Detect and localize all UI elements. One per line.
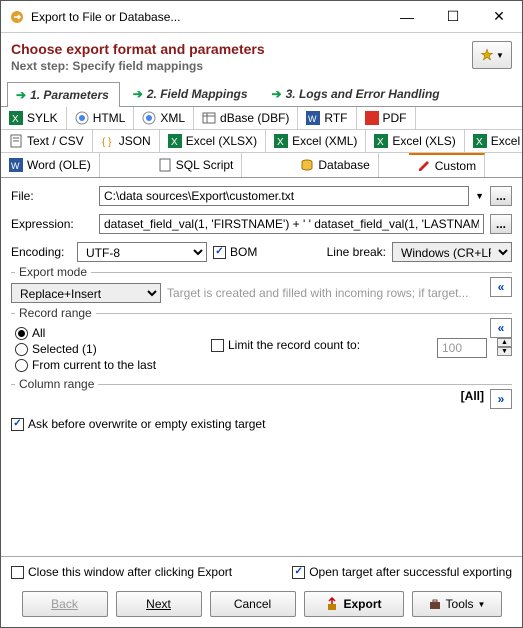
format-sylk[interactable]: XSYLK	[1, 107, 67, 129]
tab-field-mappings[interactable]: ➔2. Field Mappings	[124, 81, 259, 106]
tab-logs-errors[interactable]: ➔3. Logs and Error Handling	[263, 81, 451, 106]
chrome-icon	[142, 111, 156, 125]
chrome-icon	[75, 111, 89, 125]
format-json[interactable]: { }JSON	[93, 130, 160, 152]
script-icon	[158, 158, 172, 172]
text-icon	[9, 134, 23, 148]
format-excel-ole[interactable]: XExcel (OLE)	[465, 130, 523, 152]
format-custom[interactable]: Custom	[409, 153, 485, 177]
titlebar: Export to File or Database... — ☐ ✕	[1, 1, 522, 33]
expression-label: Expression:	[11, 217, 93, 231]
svg-text:W: W	[11, 161, 20, 171]
next-button[interactable]: Next	[116, 591, 202, 617]
format-sql-script[interactable]: SQL Script	[150, 153, 243, 177]
column-range-value: [All]	[461, 389, 484, 403]
format-xlsx[interactable]: XExcel (XLSX)	[160, 130, 266, 152]
svg-text:X: X	[12, 114, 19, 125]
file-label: File:	[11, 189, 93, 203]
export-icon	[325, 597, 339, 611]
format-word-ole[interactable]: WWord (OLE)	[1, 153, 100, 177]
record-all-radio[interactable]: All	[15, 326, 211, 340]
export-mode-hint: Target is created and filled with incomi…	[167, 286, 468, 300]
file-input[interactable]	[99, 186, 469, 206]
excel-icon: X	[9, 111, 23, 125]
limit-count-input[interactable]	[437, 338, 487, 358]
open-target-checkbox[interactable]: ✓Open target after successful exporting	[292, 565, 512, 579]
header-subtitle: Next step: Specify field mappings	[11, 59, 265, 73]
cancel-button[interactable]: Cancel	[210, 591, 296, 617]
column-range-expand-button[interactable]: »	[490, 389, 512, 409]
file-browse-button[interactable]: ...	[490, 186, 512, 206]
limit-count-spinner[interactable]: ▲▼	[497, 338, 512, 356]
excel-icon: X	[274, 134, 288, 148]
minimize-button[interactable]: —	[384, 1, 430, 33]
linebreak-label: Line break:	[327, 245, 386, 259]
favorites-button[interactable]: ▼	[472, 41, 512, 69]
excel-icon: X	[374, 134, 388, 148]
export-mode-label: Export mode	[15, 265, 91, 279]
json-icon: { }	[101, 134, 115, 148]
encoding-select[interactable]: UTF-8	[77, 242, 207, 262]
app-icon	[9, 9, 25, 25]
wizard-tabs: ➔1. Parameters ➔2. Field Mappings ➔3. Lo…	[1, 81, 522, 107]
table-icon	[202, 111, 216, 125]
record-selected-radio[interactable]: Selected (1)	[15, 342, 211, 356]
tab-parameters[interactable]: ➔1. Parameters	[7, 82, 120, 107]
column-range-label: Column range	[15, 377, 98, 391]
linebreak-select[interactable]: Windows (CR+LF)	[392, 242, 512, 262]
format-database[interactable]: Database	[292, 153, 378, 177]
format-dbase[interactable]: dBase (DBF)	[194, 107, 298, 129]
ask-overwrite-checkbox[interactable]: ✓Ask before overwrite or empty existing …	[11, 417, 512, 431]
close-button[interactable]: ✕	[476, 1, 522, 33]
svg-text:W: W	[308, 114, 317, 124]
encoding-label: Encoding:	[11, 245, 71, 259]
header-title: Choose export format and parameters	[11, 41, 265, 57]
format-xls[interactable]: XExcel (XLS)	[366, 130, 464, 152]
excel-icon: X	[473, 134, 487, 148]
format-text-csv[interactable]: Text / CSV	[1, 130, 93, 152]
svg-text:X: X	[377, 137, 384, 148]
toolbox-icon	[428, 597, 442, 611]
expression-input[interactable]	[99, 214, 484, 234]
record-range-collapse-button[interactable]: «	[490, 318, 512, 338]
excel-icon: X	[168, 134, 182, 148]
format-picker: XSYLK HTML XML dBase (DBF) WRTF PDF Text…	[1, 107, 522, 178]
format-html[interactable]: HTML	[67, 107, 135, 129]
svg-text:X: X	[476, 137, 483, 148]
export-mode-select[interactable]: Replace+Insert	[11, 283, 161, 303]
close-after-export-checkbox[interactable]: Close this window after clicking Export	[11, 565, 232, 579]
record-range-label: Record range	[15, 306, 96, 320]
format-xml[interactable]: XML	[134, 107, 194, 129]
tools-button[interactable]: Tools ▼	[412, 591, 502, 617]
maximize-button[interactable]: ☐	[430, 1, 476, 33]
export-dialog: Export to File or Database... — ☐ ✕ Choo…	[0, 0, 523, 628]
limit-count-checkbox[interactable]: Limit the record count to:	[211, 338, 360, 352]
back-button[interactable]: Back	[22, 591, 108, 617]
export-button[interactable]: Export	[304, 591, 404, 617]
window-title: Export to File or Database...	[31, 10, 384, 24]
format-pdf[interactable]: PDF	[357, 107, 416, 129]
footer: Close this window after clicking Export …	[1, 556, 522, 627]
word-icon: W	[306, 111, 320, 125]
record-from-current-radio[interactable]: From current to the last	[15, 358, 211, 372]
star-icon	[480, 48, 494, 62]
svg-text:{ }: { }	[102, 137, 112, 148]
format-excel-xml[interactable]: XExcel (XML)	[266, 130, 366, 152]
pencil-icon	[417, 159, 431, 173]
pdf-icon	[365, 111, 379, 125]
header: Choose export format and parameters Next…	[1, 33, 522, 77]
export-mode-collapse-button[interactable]: «	[490, 277, 512, 297]
svg-text:X: X	[171, 137, 178, 148]
parameters-panel: File: ▼ ... Expression: ... Encoding: UT…	[1, 178, 522, 556]
database-icon	[300, 158, 314, 172]
svg-text:X: X	[277, 137, 284, 148]
bom-checkbox[interactable]: ✓BOM	[213, 245, 257, 259]
word-icon: W	[9, 158, 23, 172]
expression-edit-button[interactable]: ...	[490, 214, 512, 234]
format-rtf[interactable]: WRTF	[298, 107, 356, 129]
